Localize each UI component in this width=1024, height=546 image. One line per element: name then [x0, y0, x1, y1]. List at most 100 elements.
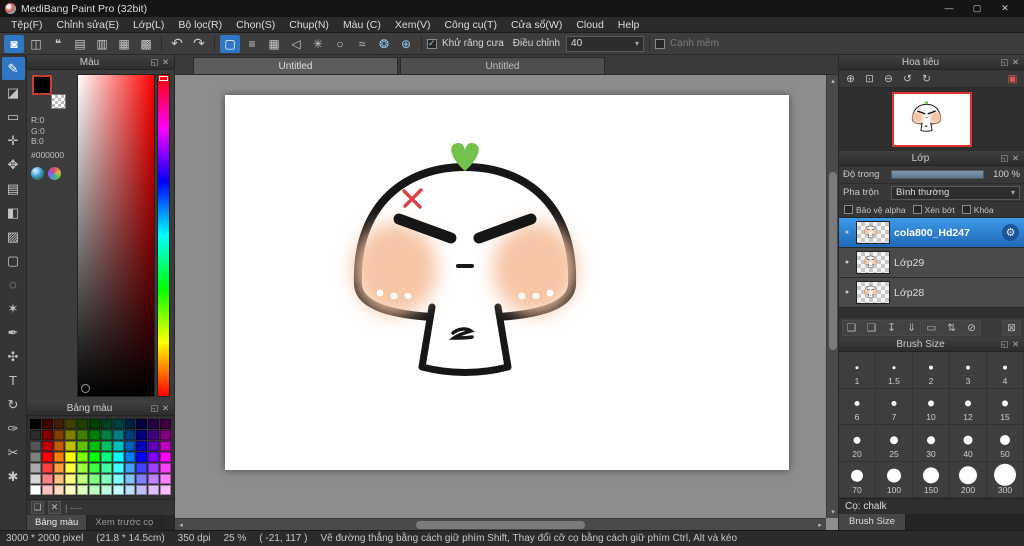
- palette-swatch[interactable]: [160, 441, 171, 451]
- palette-swatch[interactable]: [160, 485, 171, 495]
- layer-visibility-icon[interactable]: ●: [842, 259, 852, 266]
- note-icon[interactable]: ▤: [70, 35, 90, 53]
- rounded-select-icon[interactable]: ▢: [220, 34, 240, 53]
- palette-swatch[interactable]: [148, 463, 160, 473]
- menu-item[interactable]: Lớp(L): [126, 17, 171, 33]
- palette-swatch[interactable]: [136, 441, 148, 451]
- redo-icon[interactable]: ↷: [189, 35, 209, 53]
- palette-swatch[interactable]: [124, 474, 136, 484]
- palette-swatch[interactable]: [112, 463, 124, 473]
- layer-row[interactable]: ● Lớp29: [839, 248, 1024, 278]
- palette-swatch[interactable]: [136, 430, 148, 440]
- palette-swatch[interactable]: [41, 452, 53, 462]
- sv-marker[interactable]: [81, 384, 90, 393]
- new-layer-icon[interactable]: ❏: [842, 319, 861, 336]
- palette-swatch[interactable]: [148, 430, 160, 440]
- tab-palette[interactable]: Bảng màu: [27, 515, 88, 530]
- palette-swatch[interactable]: [89, 419, 100, 429]
- layer-row[interactable]: ● cola800_Hd247 ⚙: [839, 218, 1024, 248]
- brush-size-cell[interactable]: 4: [987, 352, 1024, 389]
- palette-swatch[interactable]: [41, 441, 53, 451]
- merge-layer-icon[interactable]: ⇓: [902, 319, 921, 336]
- layer-option-checkbox[interactable]: [912, 205, 922, 214]
- lasso-tool[interactable]: ◌: [2, 273, 25, 296]
- stamp-tool[interactable]: ✣: [2, 345, 25, 368]
- layer-row[interactable]: ● Lớp28: [839, 278, 1024, 308]
- palette-swatch[interactable]: [53, 430, 65, 440]
- menu-item[interactable]: Xem(V): [388, 17, 438, 33]
- palette-swatch[interactable]: [136, 452, 148, 462]
- brush-size-cell[interactable]: 1: [839, 352, 876, 389]
- text-tool[interactable]: T: [2, 369, 25, 392]
- close-icon[interactable]: ✕: [160, 57, 171, 68]
- palette-swatch[interactable]: [65, 474, 77, 484]
- palette-swatch[interactable]: [136, 419, 148, 429]
- palette-swatch[interactable]: [148, 441, 160, 451]
- palette-swatch[interactable]: [112, 452, 124, 462]
- layer-option-checkbox[interactable]: [961, 205, 971, 214]
- palette-swatch[interactable]: [89, 441, 100, 451]
- antialias-checkbox[interactable]: [427, 38, 437, 49]
- saturation-value-picker[interactable]: [77, 74, 155, 397]
- move-tool[interactable]: ✥: [2, 153, 25, 176]
- scroll-left-icon[interactable]: ◂: [175, 519, 187, 530]
- palette-swatch[interactable]: [65, 430, 77, 440]
- paint-mode-icon[interactable]: ◙: [4, 34, 24, 53]
- layer-visibility-icon[interactable]: ●: [842, 229, 852, 236]
- palette-swatch[interactable]: [124, 485, 136, 495]
- fit-view-icon[interactable]: ▣: [1004, 71, 1021, 86]
- blend-dropdown[interactable]: Bình thường ▾: [891, 185, 1020, 200]
- palette-swatch[interactable]: [30, 474, 41, 484]
- palette-swatch[interactable]: [53, 485, 65, 495]
- palette-swatch[interactable]: [30, 441, 41, 451]
- gradient-tool[interactable]: ▨: [2, 225, 25, 248]
- palette-swatch[interactable]: [148, 452, 160, 462]
- horizontal-scrollbar[interactable]: ◂ ▸: [175, 518, 826, 530]
- brush-size-cell[interactable]: 15: [987, 388, 1024, 425]
- palette-swatch[interactable]: [41, 474, 53, 484]
- palette-swatch[interactable]: [77, 474, 89, 484]
- menu-item[interactable]: Công cụ(T): [437, 17, 504, 33]
- duplicate-layer-icon[interactable]: ❑: [862, 319, 881, 336]
- close-button[interactable]: ✕: [991, 1, 1019, 16]
- close-icon[interactable]: ✕: [160, 403, 171, 414]
- menu-item[interactable]: Cloud: [569, 17, 610, 33]
- palette-swatch[interactable]: [30, 485, 41, 495]
- palette-swatch[interactable]: [30, 452, 41, 462]
- navigator-view[interactable]: [839, 88, 1024, 151]
- mesh-grid-icon[interactable]: ▦: [264, 35, 284, 53]
- symmetry-icon[interactable]: ✳: [308, 35, 328, 53]
- adjust-dropdown[interactable]: 40 ▾: [566, 35, 645, 52]
- brush-size-cell[interactable]: 100: [876, 461, 913, 498]
- palette-swatch[interactable]: [65, 463, 77, 473]
- palette-swatch[interactable]: [65, 441, 77, 451]
- popout-icon[interactable]: ◱: [149, 403, 160, 414]
- import-layer-icon[interactable]: ↧: [882, 319, 901, 336]
- palette-swatch[interactable]: [160, 452, 171, 462]
- menu-item[interactable]: Màu (C): [336, 17, 388, 33]
- move-layer-icon[interactable]: ⇅: [942, 319, 961, 336]
- pen-tool[interactable]: ✒: [2, 321, 25, 344]
- brush-size-cell[interactable]: 6: [839, 388, 876, 425]
- palette-swatch[interactable]: [124, 419, 136, 429]
- hue-slider[interactable]: [157, 74, 170, 397]
- background-color-swatch[interactable]: [51, 94, 66, 109]
- popout-icon[interactable]: ◱: [999, 339, 1010, 350]
- brush-size-cell[interactable]: 10: [913, 388, 950, 425]
- maximize-button[interactable]: ▢: [963, 1, 991, 16]
- palette-swatch[interactable]: [41, 419, 53, 429]
- palette-swatch[interactable]: [124, 452, 136, 462]
- palette-swatch[interactable]: [65, 485, 77, 495]
- palette-swatch[interactable]: [100, 441, 112, 451]
- canvas-area[interactable]: ◂ ▸ ▴ ▾: [175, 75, 838, 530]
- palette-swatch[interactable]: [77, 441, 89, 451]
- palette-swatch[interactable]: [148, 474, 160, 484]
- add-color-icon[interactable]: ❏: [31, 501, 44, 514]
- palette-swatch[interactable]: [65, 452, 77, 462]
- palette-swatch[interactable]: [112, 485, 124, 495]
- palette-swatch[interactable]: [136, 474, 148, 484]
- opacity-slider[interactable]: [891, 170, 984, 179]
- palette-swatch[interactable]: [53, 441, 65, 451]
- zoom-out-icon[interactable]: ⊖: [880, 71, 897, 86]
- menu-item[interactable]: Bộ lọc(R): [171, 17, 229, 33]
